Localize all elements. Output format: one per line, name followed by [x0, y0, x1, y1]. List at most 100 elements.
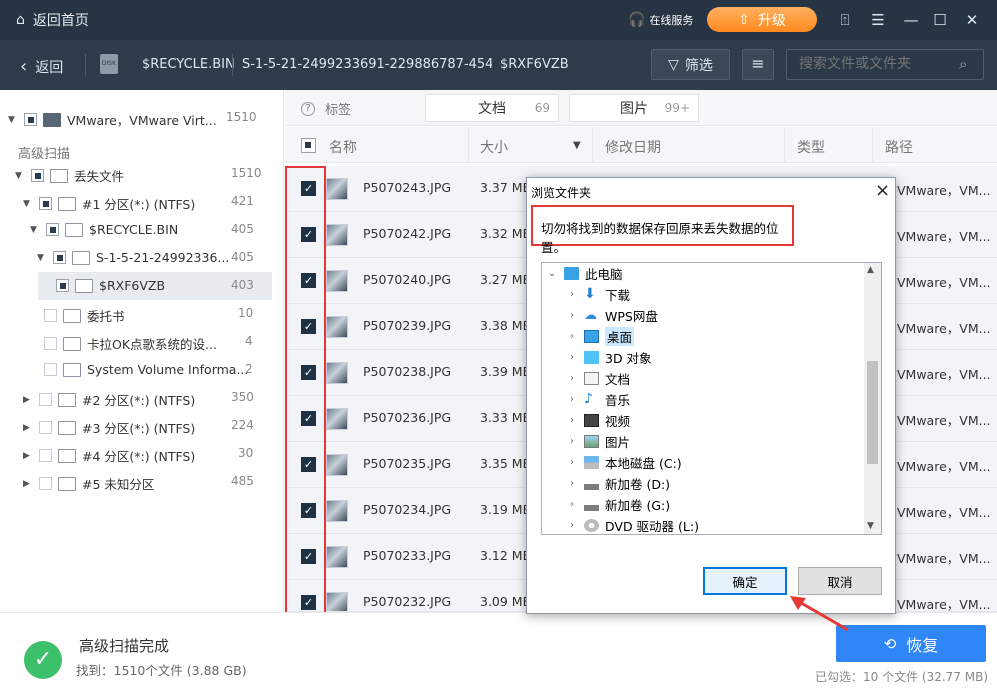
scrollbar-thumb[interactable] — [867, 361, 878, 464]
ok-button[interactable]: 确定 — [703, 567, 787, 595]
caret-right-icon[interactable]: ▶ — [23, 395, 33, 405]
chevron-right-icon[interactable]: › — [566, 289, 578, 300]
search-icon[interactable]: ⌕ — [959, 55, 967, 73]
tree-node[interactable]: › 3D 对象 — [566, 347, 652, 368]
column-date[interactable]: 修改日期 — [605, 137, 661, 157]
tab-pictures[interactable]: 图片 99+ — [569, 94, 699, 122]
column-size[interactable]: 大小 — [480, 137, 508, 157]
back-button[interactable]: ‹ 返回 — [20, 56, 63, 77]
tree-node[interactable]: › DVD 驱动器 (L:) — [566, 515, 699, 534]
list-menu-button[interactable]: ≡ — [742, 49, 774, 80]
tree-node[interactable]: › ☁ WPS网盘 — [566, 305, 658, 326]
tree-checkbox[interactable] — [39, 449, 52, 462]
tree-node[interactable]: › ♪ 音乐 — [566, 389, 630, 410]
column-type[interactable]: 类型 — [797, 137, 825, 157]
search-input[interactable] — [799, 56, 959, 72]
tree-node[interactable]: › 新加卷 (D:) — [566, 473, 670, 494]
tree-node-this-pc[interactable]: ⌄ 此电脑 — [546, 263, 623, 284]
scroll-up-icon[interactable]: ▲ — [867, 265, 874, 275]
caret-right-icon[interactable]: ▶ — [23, 451, 33, 461]
online-service-link[interactable]: 🎧 在线服务 — [628, 12, 693, 28]
tab-documents[interactable]: 文档 69 — [425, 94, 559, 122]
selected-summary: 已勾选：10 个文件 (32.77 MB) — [815, 670, 989, 684]
chevron-right-icon[interactable]: › — [566, 457, 578, 468]
tree-item[interactable]: ▶ #3 分区(*:) (NTFS) — [23, 418, 195, 437]
tree-node[interactable]: › ⬇ 下载 — [566, 284, 630, 305]
tree-checkbox[interactable] — [39, 393, 52, 406]
chevron-right-icon[interactable]: › — [566, 373, 578, 384]
tree-item[interactable]: 卡拉OK点歌系统的设... — [44, 334, 217, 353]
upgrade-button[interactable]: ⇧ 升级 — [707, 7, 817, 32]
home-link[interactable]: ⌂ 返回首页 — [16, 10, 89, 30]
breadcrumb-item[interactable]: S-1-5-21-2499233691-229886787-454925... — [242, 57, 492, 72]
tree-item[interactable]: ▼ #1 分区(*:) (NTFS) — [23, 194, 195, 213]
column-name[interactable]: 名称 — [329, 137, 357, 157]
tree-checkbox[interactable] — [53, 251, 66, 264]
tree-checkbox[interactable] — [39, 197, 52, 210]
image-thumbnail — [326, 178, 348, 200]
tree-scrollbar[interactable]: ▲ ▼ — [864, 263, 881, 534]
tree-checkbox[interactable] — [39, 421, 52, 434]
sort-down-icon[interactable]: ▼ — [573, 140, 581, 151]
chevron-right-icon[interactable]: › — [566, 394, 578, 405]
caret-right-icon[interactable]: ▶ — [23, 423, 33, 433]
tree-node[interactable]: › 图片 — [566, 431, 630, 452]
filter-button[interactable]: ▽ 筛选 — [651, 49, 730, 80]
caret-down-icon[interactable]: ▼ — [37, 253, 47, 263]
recover-button[interactable]: ⟲ 恢复 — [836, 625, 986, 662]
chevron-right-icon[interactable]: › — [566, 520, 578, 531]
folder-tree[interactable]: ⌄ 此电脑 › ⬇ 下载 › ☁ WPS网盘 › 桌面 › 3D 对象 › 文档 › ♪ 音乐 › 视… — [541, 262, 882, 535]
chevron-right-icon[interactable]: › — [566, 499, 578, 510]
minimize-icon[interactable]: — — [901, 10, 921, 30]
tab-label: 图片 — [620, 101, 648, 117]
tree-checkbox[interactable] — [46, 223, 59, 236]
maximize-icon[interactable]: ☐ — [930, 10, 950, 30]
select-all-checkbox[interactable] — [301, 138, 316, 153]
tree-item[interactable]: ▼ $RECYCLE.BIN — [30, 222, 178, 237]
tag-filter[interactable]: ? 标签 — [301, 99, 351, 118]
feedback-icon[interactable]: ⍐ — [835, 10, 855, 30]
tree-item[interactable]: ▶ #4 分区(*:) (NTFS) — [23, 446, 195, 465]
tree-root[interactable]: ▼ VMware，VMware Virt... — [8, 110, 217, 129]
breadcrumb-item[interactable]: $RECYCLE.BIN — [142, 57, 235, 72]
tree-checkbox[interactable] — [39, 477, 52, 490]
file-path: VMware，VM... — [897, 321, 991, 336]
chevron-right-icon[interactable]: › — [566, 478, 578, 489]
tree-checkbox[interactable] — [44, 337, 57, 350]
caret-right-icon[interactable]: ▶ — [23, 479, 33, 489]
caret-down-icon[interactable]: ▼ — [23, 199, 33, 209]
tree-item-selected[interactable]: $RXF6VZB — [56, 278, 165, 293]
chevron-right-icon[interactable]: › — [566, 415, 578, 426]
chevron-down-icon[interactable]: ⌄ — [546, 268, 558, 279]
search-box[interactable]: ⌕ — [786, 49, 984, 80]
tree-checkbox[interactable] — [56, 279, 69, 292]
tree-node-selected[interactable]: › 桌面 — [566, 326, 635, 347]
column-path[interactable]: 路径 — [885, 137, 913, 157]
chevron-right-icon[interactable]: › — [566, 436, 578, 447]
tree-node[interactable]: › 文档 — [566, 368, 630, 389]
chevron-right-icon[interactable]: › — [566, 352, 578, 363]
tree-item[interactable]: ▶ #2 分区(*:) (NTFS) — [23, 390, 195, 409]
caret-down-icon[interactable]: ▼ — [8, 115, 18, 125]
tree-checkbox[interactable] — [24, 113, 37, 126]
tree-node[interactable]: › 新加卷 (G:) — [566, 494, 670, 515]
close-icon[interactable]: × — [875, 180, 890, 201]
tree-item[interactable]: ▼ 丢失文件 — [15, 166, 124, 185]
scroll-down-icon[interactable]: ▼ — [867, 521, 874, 531]
close-icon[interactable]: ✕ — [962, 10, 982, 30]
tree-checkbox[interactable] — [31, 169, 44, 182]
tree-item[interactable]: ▶ #5 未知分区 — [23, 474, 154, 493]
caret-down-icon[interactable]: ▼ — [15, 171, 25, 181]
chevron-right-icon[interactable]: › — [566, 310, 578, 321]
tree-item[interactable]: System Volume Informa... — [44, 362, 248, 377]
tree-node[interactable]: › 视频 — [566, 410, 630, 431]
tree-checkbox[interactable] — [44, 363, 57, 376]
breadcrumb-item[interactable]: $RXF6VZB — [500, 57, 569, 72]
tree-checkbox[interactable] — [44, 309, 57, 322]
tree-item[interactable]: 委托书 — [44, 306, 125, 325]
caret-down-icon[interactable]: ▼ — [30, 225, 40, 235]
tree-item[interactable]: ▼ S-1-5-21-24992336... — [37, 250, 229, 265]
menu-icon[interactable]: ☰ — [868, 10, 888, 30]
tree-node[interactable]: › 本地磁盘 (C:) — [566, 452, 682, 473]
chevron-right-icon[interactable]: › — [566, 331, 578, 342]
